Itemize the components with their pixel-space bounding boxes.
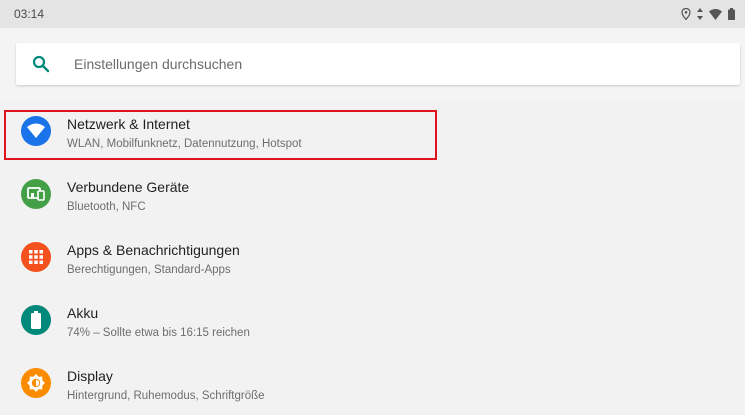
brightness-icon — [27, 374, 45, 392]
item-subtitle: Hintergrund, Ruhemodus, Schriftgröße — [67, 390, 265, 402]
search-placeholder: Einstellungen durchsuchen — [74, 56, 243, 72]
search-bar[interactable]: Einstellungen durchsuchen — [16, 43, 740, 85]
item-subtitle: Berechtigungen, Standard-Apps — [67, 264, 231, 276]
item-title: Display — [67, 368, 113, 384]
settings-item-display[interactable]: Display Hintergrund, Ruhemodus, Schriftg… — [0, 352, 745, 415]
location-icon — [681, 8, 691, 20]
settings-item-battery[interactable]: Akku 74% – Sollte etwa bis 16:15 reichen — [0, 289, 745, 352]
apps-icon-circle — [21, 242, 51, 272]
devices-icon — [27, 187, 45, 201]
item-title: Netzwerk & Internet — [67, 116, 190, 132]
battery-icon — [31, 311, 41, 329]
item-title: Apps & Benachrichtigungen — [67, 242, 240, 258]
network-icon-circle — [21, 116, 51, 146]
settings-list: Netzwerk & Internet WLAN, Mobilfunknetz,… — [0, 100, 745, 415]
battery-icon-circle — [21, 305, 51, 335]
search-icon — [32, 55, 50, 73]
status-icons — [681, 8, 735, 20]
apps-grid-icon — [29, 250, 43, 264]
item-subtitle: Bluetooth, NFC — [67, 201, 146, 213]
status-time: 03:14 — [14, 7, 45, 21]
item-subtitle: 74% – Sollte etwa bis 16:15 reichen — [67, 327, 250, 339]
wifi-icon — [27, 123, 45, 138]
status-bar: 03:14 — [0, 0, 745, 28]
item-subtitle: WLAN, Mobilfunknetz, Datennutzung, Hotsp… — [67, 138, 302, 150]
search-area: Einstellungen durchsuchen — [0, 28, 745, 100]
devices-icon-circle — [21, 179, 51, 209]
item-title: Akku — [67, 305, 99, 321]
settings-item-connected-devices[interactable]: Verbundene Geräte Bluetooth, NFC — [0, 163, 745, 226]
data-arrows-icon — [697, 8, 703, 20]
battery-status-icon — [728, 8, 735, 20]
settings-item-apps[interactable]: Apps & Benachrichtigungen Berechtigungen… — [0, 226, 745, 289]
item-title: Verbundene Geräte — [67, 179, 190, 195]
wifi-signal-icon — [709, 8, 722, 20]
settings-item-network[interactable]: Netzwerk & Internet WLAN, Mobilfunknetz,… — [0, 100, 745, 163]
display-icon-circle — [21, 368, 51, 398]
